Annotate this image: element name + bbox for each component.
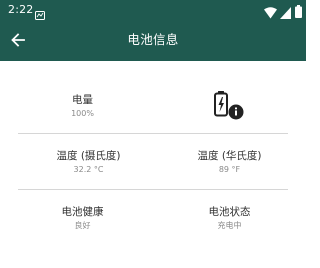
temperature-fahrenheit-value: 89 °F — [218, 165, 241, 174]
battery-charging-info-icon — [212, 91, 246, 121]
battery-health-cell: 电池健康 良好 — [6, 205, 159, 231]
divider — [18, 133, 288, 134]
battery-level-cell: 电量 100% — [6, 93, 159, 119]
battery-level-label: 电量 — [72, 94, 93, 106]
battery-health-label: 电池健康 — [61, 206, 104, 218]
temperature-celsius-label: 温度 (摄氏度) — [56, 150, 121, 162]
wifi-icon — [264, 4, 277, 19]
temperature-fahrenheit-cell: 温度 (华氏度) 89 °F — [153, 149, 306, 175]
temperature-fahrenheit-label: 温度 (华氏度) — [197, 150, 262, 162]
status-bar: 2:22 — [0, 0, 306, 20]
battery-level-value: 100% — [71, 109, 94, 118]
battery-health-value: 良好 — [74, 221, 91, 230]
notification-icon — [35, 5, 45, 20]
toolbar: 电池信息 — [0, 20, 306, 61]
status-time: 2:22 — [8, 3, 34, 16]
battery-status-label: 电池状态 — [208, 206, 251, 218]
battery-status-icon — [295, 3, 302, 18]
divider — [18, 189, 288, 190]
battery-status-value: 充电中 — [217, 221, 242, 230]
page-title: 电池信息 — [127, 32, 179, 47]
battery-status-cell: 电池状态 充电中 — [153, 205, 306, 231]
temperature-celsius-cell: 温度 (摄氏度) 32.2 °C — [12, 149, 165, 175]
signal-icon — [280, 4, 291, 19]
temperature-celsius-value: 32.2 °C — [73, 165, 104, 174]
